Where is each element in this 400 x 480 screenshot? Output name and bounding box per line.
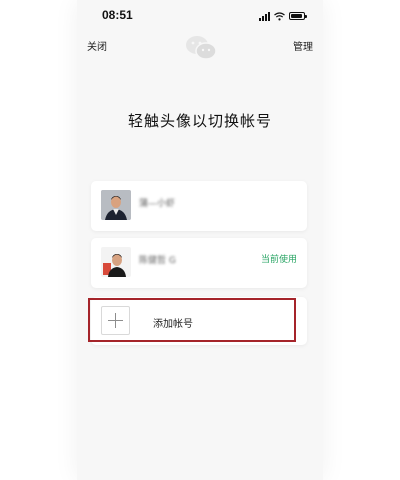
status-time: 08:51 [102, 8, 133, 22]
status-bar: 08:51 [77, 0, 323, 32]
account-card[interactable]: 蒲—小虾 [91, 181, 307, 231]
phone-screen: 08:51 关闭 管理 轻触头像以切换帐号 蒲—小虾 陈健哲 G 当前使用 添加… [77, 0, 323, 480]
signal-icon [259, 11, 270, 21]
manage-button[interactable]: 管理 [293, 38, 313, 53]
highlight-box [88, 298, 296, 342]
close-button[interactable]: 关闭 [87, 38, 107, 53]
top-bar: 关闭 管理 [77, 34, 323, 60]
account-name: 陈健哲 G [139, 256, 176, 266]
account-name: 蒲—小虾 [139, 199, 176, 209]
page-title: 轻触头像以切换帐号 [127, 112, 272, 130]
wifi-icon [274, 11, 285, 20]
status-icons [259, 10, 307, 22]
current-account-badge: 当前使用 [260, 255, 297, 265]
avatar[interactable] [101, 247, 131, 277]
account-card-current[interactable]: 陈健哲 G 当前使用 [91, 238, 307, 288]
wechat-logo-icon [186, 36, 217, 60]
battery-icon [289, 12, 307, 20]
avatar[interactable] [101, 190, 131, 220]
